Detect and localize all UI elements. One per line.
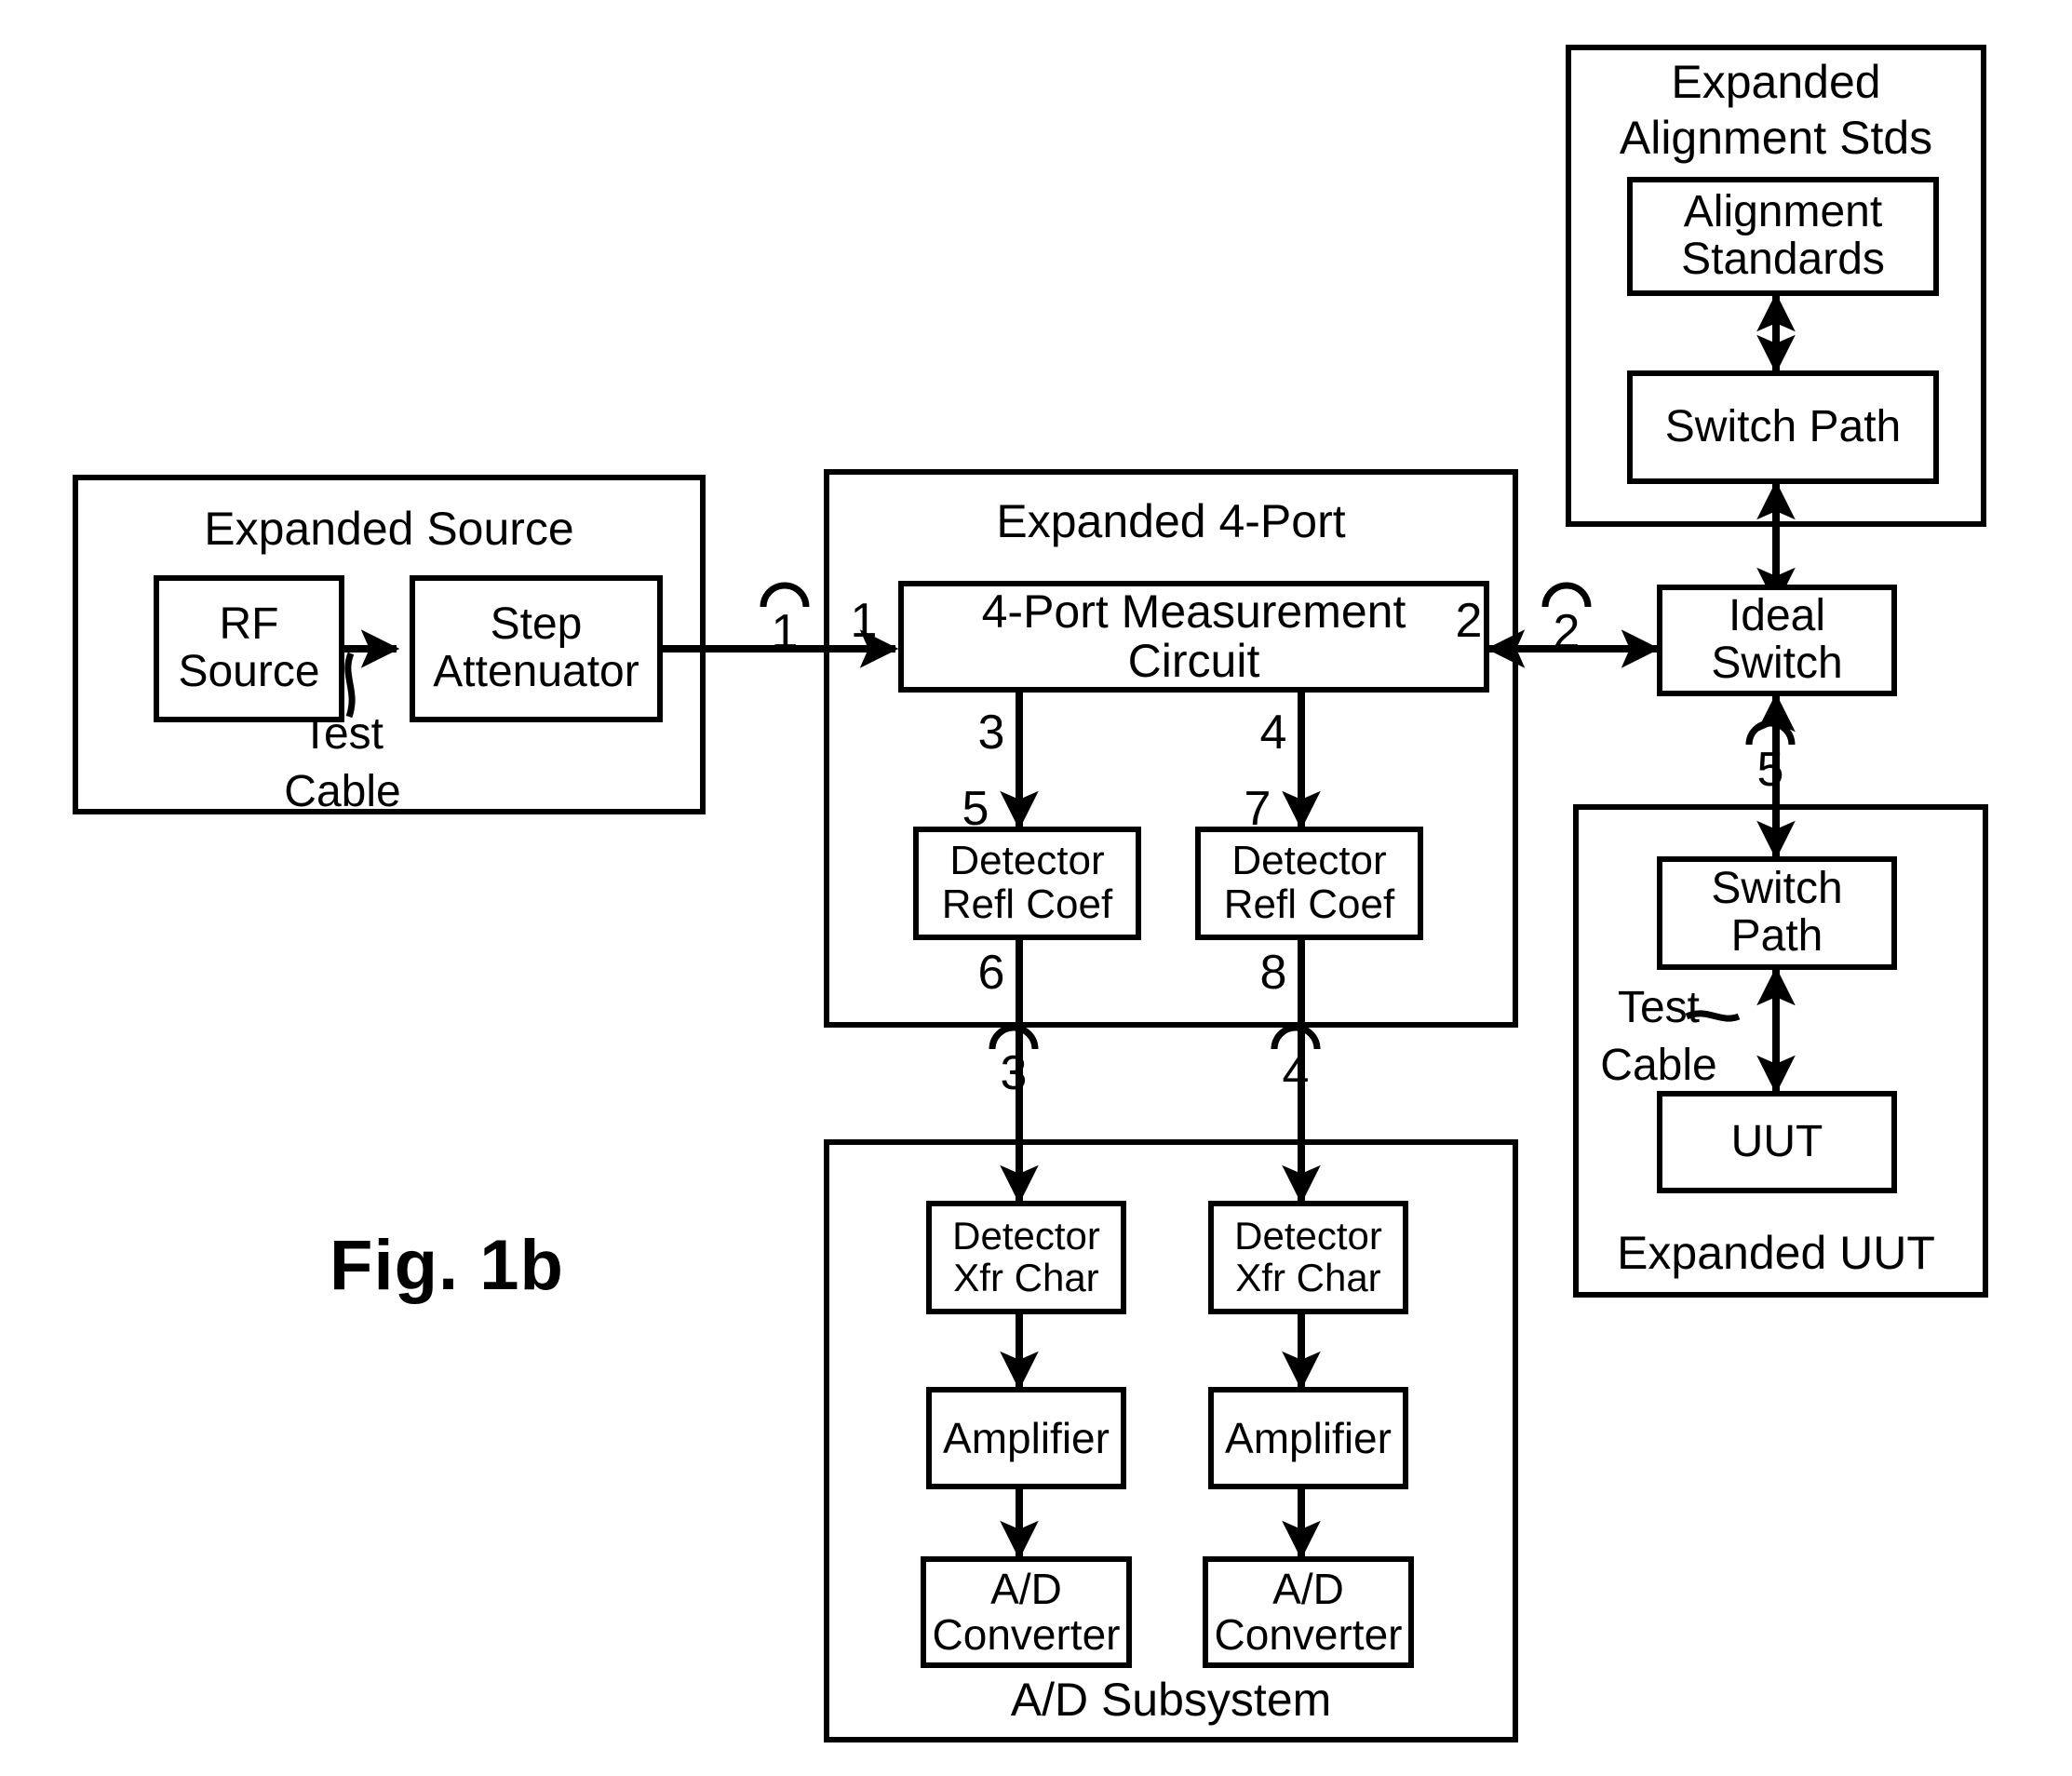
group-expanded-4port-title: Expanded 4-Port	[996, 495, 1346, 547]
block-rf-source-line1: RF	[219, 599, 279, 650]
block-detector-xfr-char-right-line1: Detector	[1234, 1214, 1382, 1258]
block-four-port-line2: Circuit	[1127, 635, 1260, 687]
arc-marker-switch-in	[1541, 582, 1592, 608]
annotation-test-cable-uut-line2: Cable	[1600, 1041, 1717, 1090]
block-detector-refl-coef-left-line1: Detector	[949, 838, 1105, 884]
block-detector-refl-coef-left[interactable]: Detector Refl Coef	[913, 827, 1141, 940]
block-alignment-standards[interactable]: Alignment Standards	[1627, 177, 1939, 296]
group-expanded-4port	[824, 469, 1518, 1028]
port-label-detector-right-out: 8	[1259, 946, 1287, 1000]
block-step-attenuator-line1: Step	[490, 599, 583, 650]
block-uut-line1: UUT	[1730, 1116, 1823, 1166]
block-rf-source[interactable]: RF Source	[154, 575, 344, 722]
port-label-detector-right-in: 7	[1244, 782, 1271, 836]
block-four-port-measurement-circuit[interactable]: 4-Port Measurement Circuit	[898, 581, 1489, 693]
block-detector-xfr-char-left-line1: Detector	[952, 1214, 1100, 1258]
block-step-attenuator[interactable]: Step Attenuator	[410, 575, 663, 722]
arc-marker-source-out	[760, 582, 810, 608]
block-ideal-switch-line1: Ideal	[1728, 591, 1826, 641]
group-expanded-uut-title: Expanded UUT	[1617, 1227, 1935, 1279]
figure-canvas: Expanded Source Expanded 4-Port Expanded…	[0, 0, 2072, 1776]
block-amplifier-left[interactable]: Amplifier	[926, 1387, 1126, 1489]
block-ideal-switch-line2: Switch	[1711, 639, 1843, 688]
port-label-fourport-port4: 4	[1259, 706, 1287, 760]
block-detector-refl-coef-right-line2: Refl Coef	[1223, 881, 1395, 927]
port-label-source-out-arc: 1	[771, 605, 799, 659]
block-detector-refl-coef-left-line2: Refl Coef	[941, 881, 1113, 927]
port-label-switch-in-arc: 2	[1553, 605, 1581, 659]
block-step-attenuator-line2: Attenuator	[433, 647, 639, 696]
port-label-fourport-port3: 3	[977, 706, 1005, 760]
block-amplifier-right-line1: Amplifier	[1225, 1413, 1392, 1462]
block-switch-path-uut-line2: Path	[1730, 911, 1823, 961]
block-four-port-line1: 4-Port Measurement	[981, 585, 1406, 638]
block-ideal-switch[interactable]: Ideal Switch	[1657, 585, 1897, 696]
port-label-detector-left-in: 5	[962, 782, 989, 836]
block-detector-xfr-char-right-line2: Xfr Char	[1235, 1256, 1381, 1299]
port-label-ad-left-arc: 3	[1000, 1046, 1028, 1100]
annotation-test-cable-source-line1: Test	[301, 709, 384, 759]
port-label-fourport-in: 1	[850, 594, 878, 648]
block-switch-path-top-line1: Switch Path	[1664, 401, 1902, 451]
port-label-ad-right-arc: 4	[1282, 1046, 1310, 1100]
block-ad-converter-left-line2: Converter	[932, 1610, 1121, 1659]
annotation-test-cable-source-line2: Cable	[284, 767, 401, 816]
port-label-fourport-out-right: 2	[1455, 594, 1483, 648]
block-switch-path-top[interactable]: Switch Path	[1627, 370, 1939, 484]
block-uut[interactable]: UUT	[1657, 1091, 1897, 1193]
block-rf-source-line2: Source	[178, 647, 320, 696]
arc-marker-uut-switch	[1745, 720, 1796, 746]
block-detector-xfr-char-left[interactable]: Detector Xfr Char	[926, 1201, 1126, 1314]
block-ad-converter-right[interactable]: A/D Converter	[1203, 1556, 1414, 1668]
block-switch-path-uut[interactable]: Switch Path	[1657, 856, 1897, 970]
block-ad-converter-right-line1: A/D	[1272, 1565, 1344, 1614]
group-expanded-alignment-stds-title-line1: Expanded	[1671, 56, 1881, 108]
block-detector-refl-coef-right-line1: Detector	[1231, 838, 1387, 884]
block-ad-converter-right-line2: Converter	[1214, 1610, 1403, 1659]
block-alignment-standards-line2: Standards	[1681, 235, 1885, 284]
block-detector-refl-coef-right[interactable]: Detector Refl Coef	[1195, 827, 1423, 940]
block-amplifier-right[interactable]: Amplifier	[1208, 1387, 1408, 1489]
group-expanded-alignment-stds-title-line2: Alignment Stds	[1619, 112, 1933, 164]
block-switch-path-uut-line1: Switch	[1711, 864, 1843, 914]
block-alignment-standards-line1: Alignment	[1683, 187, 1883, 237]
group-ad-subsystem-title: A/D Subsystem	[1010, 1674, 1332, 1726]
figure-label: Fig. 1b	[330, 1226, 564, 1305]
block-ad-converter-left[interactable]: A/D Converter	[921, 1556, 1132, 1668]
group-expanded-source-title: Expanded Source	[204, 503, 574, 555]
block-detector-xfr-char-right[interactable]: Detector Xfr Char	[1208, 1201, 1408, 1314]
port-label-uut-switch-arc: 5	[1756, 743, 1784, 797]
block-detector-xfr-char-left-line2: Xfr Char	[953, 1256, 1099, 1299]
annotation-test-cable-uut-line1: Test	[1617, 983, 1701, 1032]
port-label-detector-left-out: 6	[977, 946, 1005, 1000]
block-amplifier-left-line1: Amplifier	[943, 1413, 1110, 1462]
block-ad-converter-left-line1: A/D	[990, 1565, 1062, 1614]
